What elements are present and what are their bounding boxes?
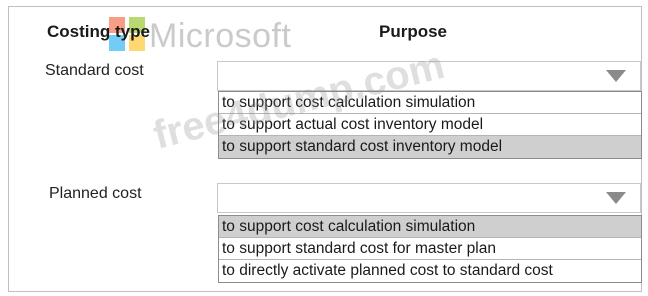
planned-cost-option-2[interactable]: to support standard cost for master plan xyxy=(219,238,641,260)
row-label-standard-cost: Standard cost xyxy=(45,62,144,79)
header-costing-type: Costing type xyxy=(47,22,150,41)
microsoft-logo-text: Microsoft xyxy=(149,17,292,55)
standard-cost-option-1[interactable]: to support cost calculation simulation xyxy=(219,92,641,114)
planned-cost-option-3[interactable]: to directly activate planned cost to sta… xyxy=(219,260,641,282)
standard-cost-option-2[interactable]: to support actual cost inventory model xyxy=(219,114,641,136)
question-panel: Microsoft Costing type Purpose Standard … xyxy=(8,6,642,292)
row-label-planned-cost: Planned cost xyxy=(49,185,142,202)
planned-cost-dropdown[interactable] xyxy=(217,183,641,213)
chevron-down-icon[interactable] xyxy=(606,70,626,82)
header-purpose: Purpose xyxy=(379,22,448,41)
standard-cost-dropdown[interactable] xyxy=(217,61,641,91)
standard-cost-option-3[interactable]: to support standard cost inventory model xyxy=(219,136,641,158)
chevron-down-icon[interactable] xyxy=(606,192,626,204)
standard-cost-options: to support cost calculation simulation t… xyxy=(218,91,642,159)
planned-cost-options: to support cost calculation simulation t… xyxy=(218,215,642,283)
planned-cost-option-1[interactable]: to support cost calculation simulation xyxy=(219,216,641,238)
